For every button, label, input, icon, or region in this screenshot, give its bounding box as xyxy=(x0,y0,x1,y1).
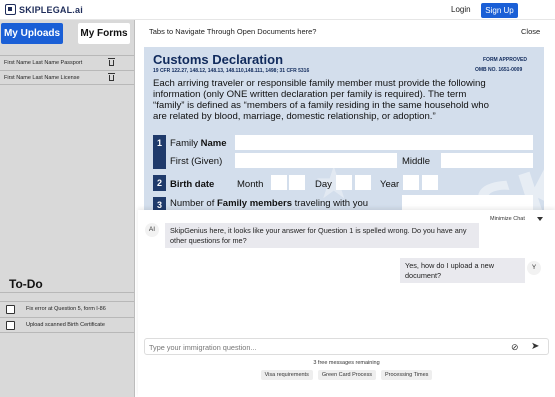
day-field-2[interactable] xyxy=(355,175,371,190)
login-link[interactable]: Login xyxy=(451,5,471,14)
intro-line: are related by blood, marriage, domestic… xyxy=(153,111,436,122)
chat-panel: Minimize Chat AI SkipGenius here, it loo… xyxy=(138,210,555,397)
document-intro: Each arriving traveler or responsible fa… xyxy=(153,78,538,122)
document-viewer: ★ SKIP Customs Declaration 19 CFR 122.27… xyxy=(144,47,544,232)
middle-name-label: Middle xyxy=(402,156,430,167)
upload-item-passport[interactable]: First Name Last Name Passport xyxy=(0,55,134,70)
main-panel: Tabs to Navigate Through Open Documents … xyxy=(136,20,555,397)
intro-line: “family” is defined as “members of a fam… xyxy=(153,100,489,111)
document-tabs-placeholder: Tabs to Navigate Through Open Documents … xyxy=(149,27,317,36)
family-members-prefix: Number of xyxy=(170,198,217,209)
suggestion-green-card-process[interactable]: Green Card Process xyxy=(317,370,376,380)
todo-checkbox[interactable] xyxy=(6,321,15,330)
chat-input[interactable] xyxy=(149,341,499,353)
upload-item-label: First Name Last Name Passport xyxy=(4,60,83,66)
family-name-prefix: Family xyxy=(170,138,201,149)
intro-line: information (only ONE written declaratio… xyxy=(153,89,467,100)
day-label: Day xyxy=(315,179,332,190)
tab-my-uploads[interactable]: My Uploads xyxy=(1,23,63,44)
intro-line: Each arriving traveler or responsible fa… xyxy=(153,78,486,89)
question-1-number: 1 xyxy=(153,135,166,169)
signup-button[interactable]: Sign Up xyxy=(481,3,518,18)
year-label: Year xyxy=(380,179,400,190)
year-field-2[interactable] xyxy=(422,175,438,190)
todo-divider xyxy=(0,292,134,293)
family-members-field[interactable] xyxy=(402,195,533,210)
todo-checkbox[interactable] xyxy=(6,305,15,314)
messages-remaining: 3 free messages remaining xyxy=(313,360,380,366)
suggestion-visa-requirements[interactable]: Visa requirements xyxy=(260,370,313,380)
todo-item-label: Fix error at Question 5, form I-86 xyxy=(26,306,106,312)
top-bar: SKIPLEGAL.ai Login Sign Up xyxy=(0,0,555,20)
send-icon[interactable]: ➤ xyxy=(531,341,539,352)
todo-item: Upload scanned Birth Certificate xyxy=(0,317,134,333)
middle-name-field[interactable] xyxy=(441,153,533,168)
question-1-label: Family Name xyxy=(170,138,227,149)
upload-item-label: First Name Last Name License xyxy=(4,75,80,81)
todo-list: Fix error at Question 5, form I-86 Uploa… xyxy=(0,301,134,333)
month-field-2[interactable] xyxy=(289,175,305,190)
paperclip-icon[interactable]: ⊘ xyxy=(511,342,519,353)
suggestion-processing-times[interactable]: Processing Times xyxy=(380,370,433,380)
month-field-1[interactable] xyxy=(271,175,287,190)
document-title: Customs Declaration xyxy=(153,52,284,67)
omb-number: OMB NO. 1651-0009 xyxy=(475,67,523,73)
year-field-1[interactable] xyxy=(403,175,419,190)
logo-icon xyxy=(5,4,16,15)
family-name-field[interactable] xyxy=(235,135,533,150)
day-field-1[interactable] xyxy=(336,175,352,190)
family-members-bold: Family members xyxy=(217,198,292,209)
todo-item: Fix error at Question 5, form I-86 xyxy=(0,301,134,317)
question-3-label: Number of Family members traveling with … xyxy=(170,198,368,209)
family-name-bold: Name xyxy=(200,138,227,149)
first-name-field[interactable] xyxy=(235,153,397,168)
user-avatar: Y xyxy=(527,261,541,275)
tab-my-forms[interactable]: My Forms xyxy=(78,23,130,44)
family-members-suffix: traveling with you xyxy=(291,198,369,209)
chat-input-row: ⊘ ➤ xyxy=(144,338,549,355)
ai-avatar: AI xyxy=(145,223,159,237)
upload-item-license[interactable]: First Name Last Name License xyxy=(0,70,134,85)
chevron-down-icon[interactable] xyxy=(537,217,543,221)
month-label: Month xyxy=(237,179,264,190)
close-button[interactable]: Close xyxy=(521,27,540,36)
trash-icon[interactable] xyxy=(108,58,115,66)
minimize-chat-button[interactable]: Minimize Chat xyxy=(490,216,525,222)
upload-list: First Name Last Name Passport First Name… xyxy=(0,55,134,85)
todo-item-label: Upload scanned Birth Certificate xyxy=(26,322,105,328)
user-message: Yes, how do I upload a new document? xyxy=(400,258,525,283)
sidebar: My Uploads My Forms First Name Last Name… xyxy=(0,20,135,397)
form-approved-label: FORM APPROVED xyxy=(483,57,527,63)
document-citation: 19 CFR 122.27, 148.12, 148.13, 148.110,1… xyxy=(153,68,310,74)
logo-text: SKIPLEGAL.ai xyxy=(19,4,83,15)
logo[interactable]: SKIPLEGAL.ai xyxy=(5,4,83,15)
trash-icon[interactable] xyxy=(108,73,115,81)
todo-title: To-Do xyxy=(9,277,43,291)
ai-message: SkipGenius here, it looks like your answ… xyxy=(165,223,479,248)
question-2-number: 2 xyxy=(153,175,166,191)
birth-date-label: Birth date xyxy=(170,179,215,190)
first-name-label: First (Given) xyxy=(170,156,223,167)
suggestion-chips: Visa requirements Green Card Process Pro… xyxy=(138,370,555,380)
